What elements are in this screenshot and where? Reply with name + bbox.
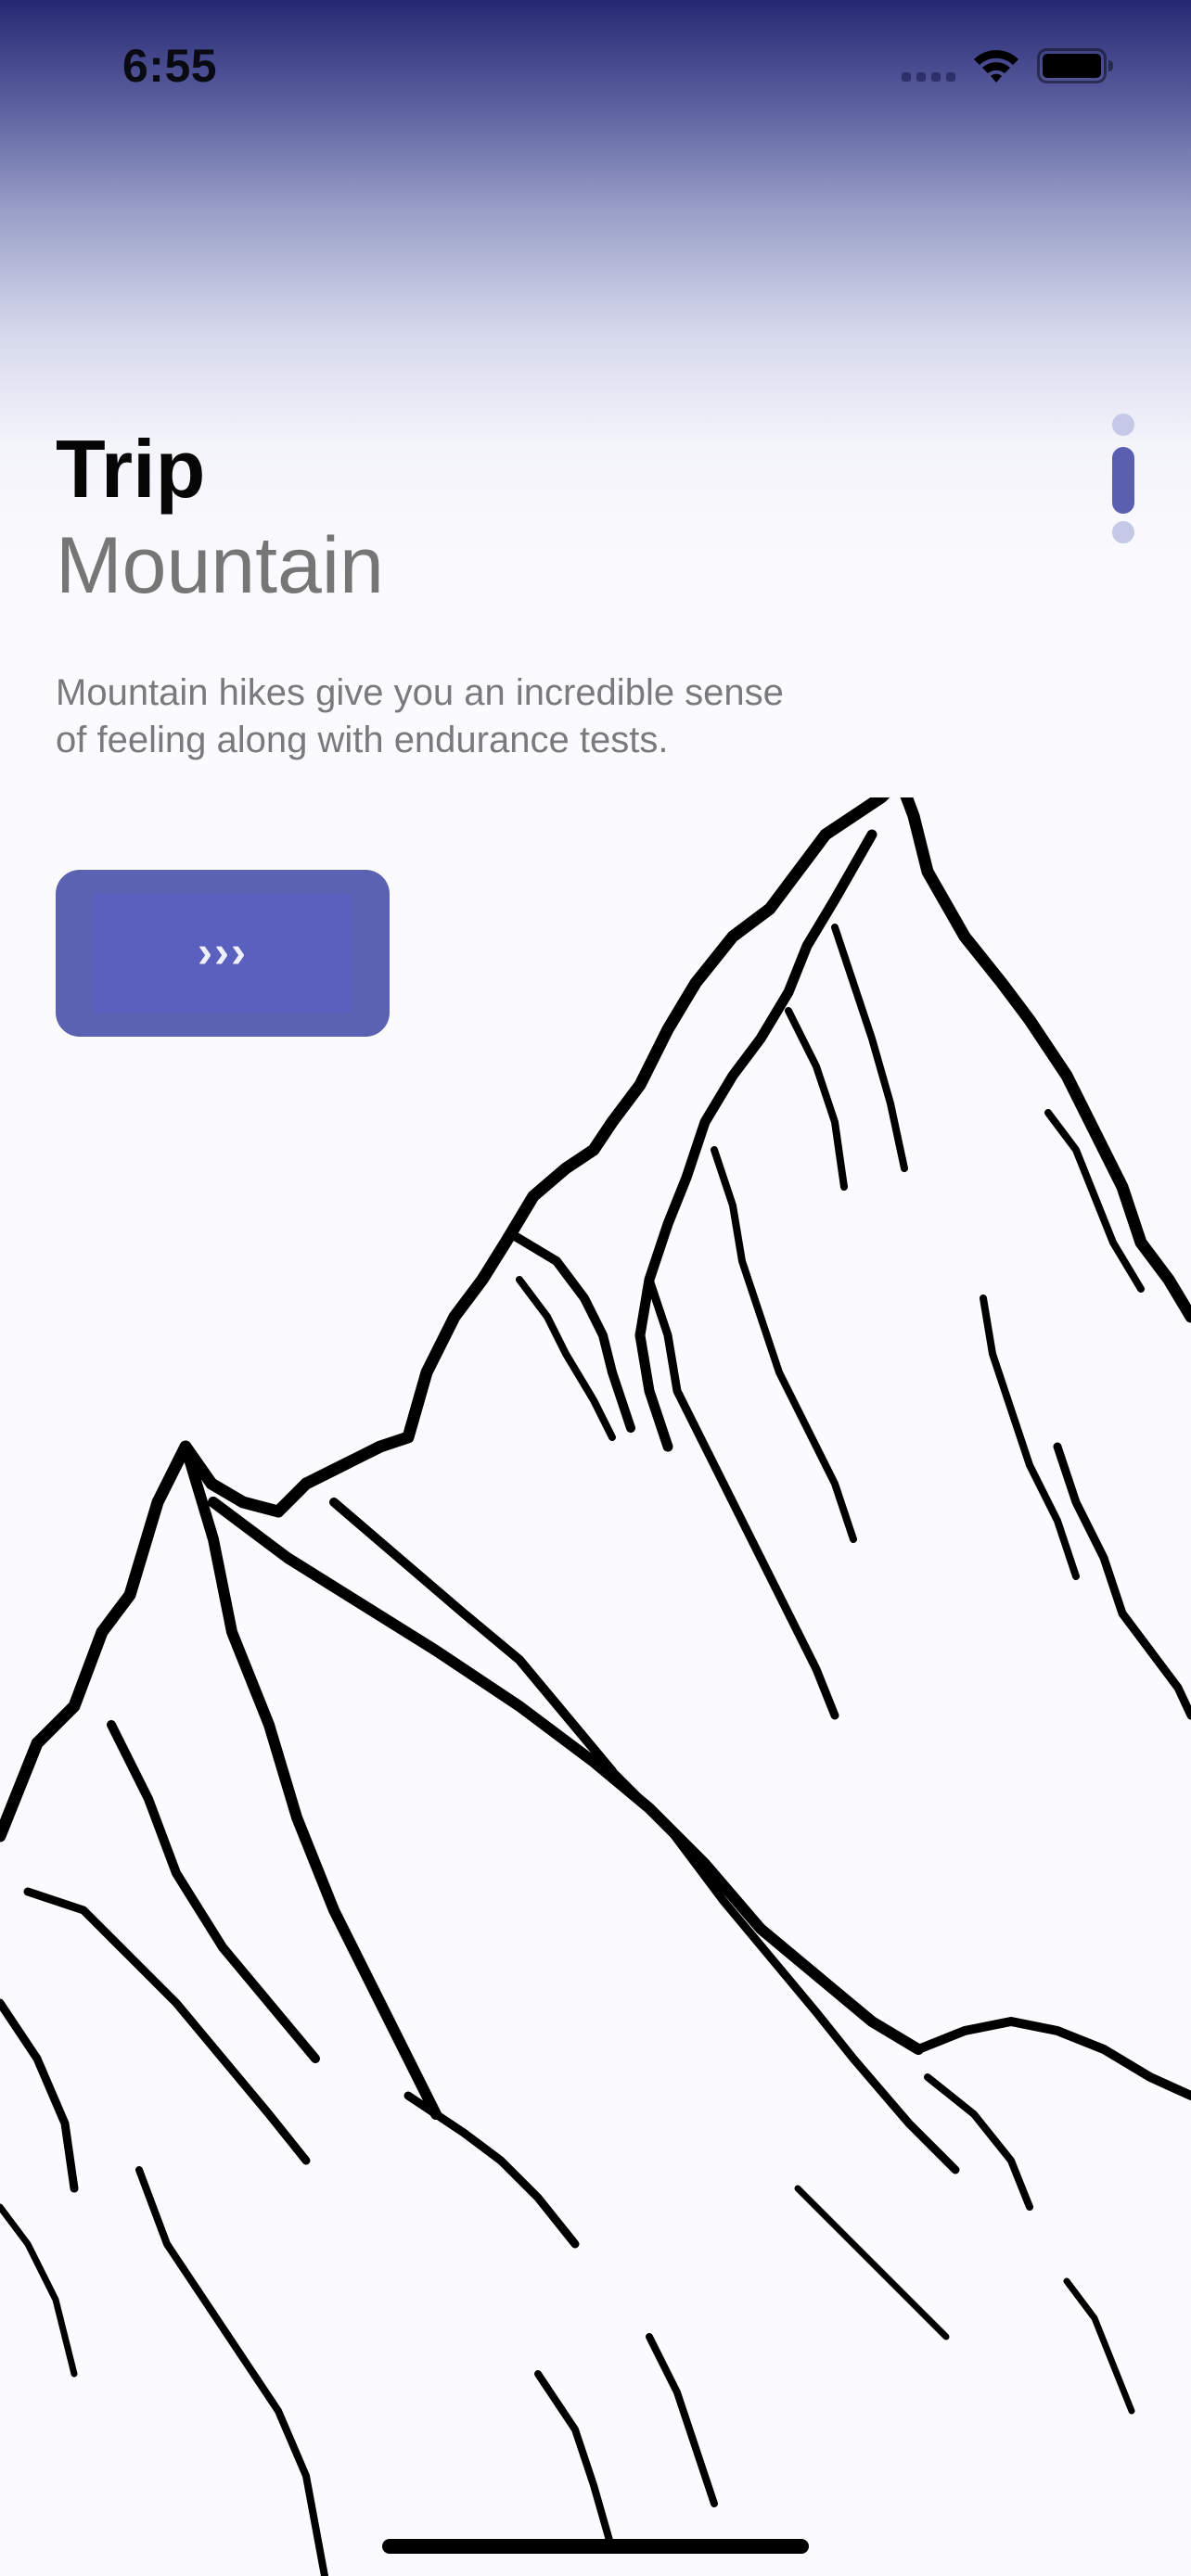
app-screen: 6:55 Trip Mountain Mountain hikes give y… <box>0 0 1191 2576</box>
next-button[interactable]: ››› <box>56 870 390 1037</box>
status-time: 6:55 <box>122 40 218 92</box>
wifi-icon <box>974 50 1018 83</box>
home-indicator[interactable] <box>382 2539 809 2554</box>
page-title: Trip <box>56 423 206 515</box>
battery-icon <box>1037 48 1113 83</box>
page-dot[interactable] <box>1112 414 1134 436</box>
chevron-arrows-icon: ››› <box>198 928 248 977</box>
status-bar: 6:55 <box>0 0 1191 139</box>
mountain-illustration <box>0 797 1191 2576</box>
description-text: Mountain hikes give you an incredible se… <box>56 672 784 760</box>
page-subtitle: Mountain <box>56 521 384 610</box>
signal-icon <box>902 70 957 82</box>
page-indicator[interactable] <box>1111 414 1135 543</box>
page-dot[interactable] <box>1112 521 1134 543</box>
page-dot-active[interactable] <box>1112 447 1134 514</box>
